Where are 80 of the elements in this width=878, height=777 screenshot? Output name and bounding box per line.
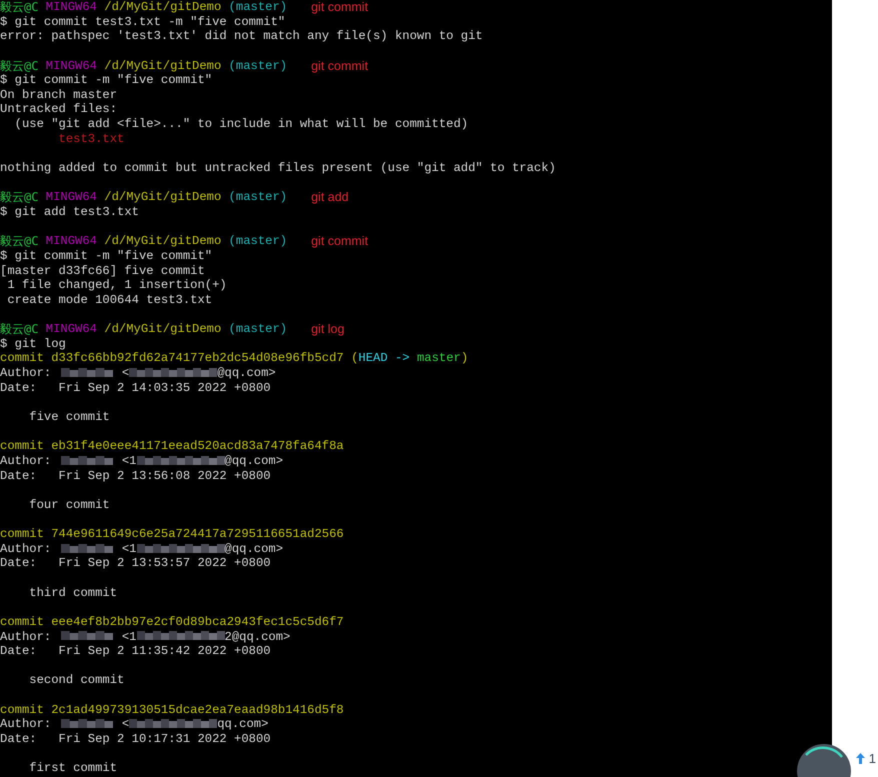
annotation: git commit <box>311 58 368 74</box>
prompt-path: /d/MyGit/gitDemo <box>104 234 222 249</box>
command-line: $ git commit -m "five commit" <box>0 248 212 264</box>
prompt-path: /d/MyGit/gitDemo <box>104 0 222 15</box>
output-line: (use "git add <file>..." to include in what will be committed) <box>14 117 468 132</box>
redacted-text-drawing <box>60 456 113 467</box>
output-line: error: pathspec 'test3.txt' did not match any file(s) known to git <box>0 29 483 44</box>
untracked-file: test3.txt <box>58 132 124 146</box>
output-line: first commit <box>28 761 118 776</box>
email-domain: @qq.com> <box>224 542 284 556</box>
redacted-text-drawing <box>60 544 113 555</box>
output-line: nothing added to commit but untracked files present (use "git add" to track) <box>0 161 556 176</box>
prompt-system: MINGW64 <box>46 234 97 249</box>
prompt-system: MINGW64 <box>46 0 97 15</box>
output-line: Date: Fri Sep 2 11:35:42 2022 +0800 <box>0 644 271 659</box>
author-label: Author: <box>0 630 52 644</box>
up-arrow-icon <box>856 752 865 764</box>
commit-hash: commit 2c1ad499739130515dcae2ea7eaad98b1416d5f8 <box>0 702 344 718</box>
prompt-system: MINGW64 <box>46 190 97 205</box>
email-start: <1 <box>120 630 136 644</box>
prompt-branch: (master) <box>228 234 288 249</box>
head-ref: HEAD -> <box>358 351 411 366</box>
output-line: Date: Fri Sep 2 13:53:57 2022 +0800 <box>0 556 271 571</box>
command-line: $ git add test3.txt <box>0 204 139 220</box>
count-text: 1 <box>868 750 876 766</box>
ref-paren: ( <box>350 351 358 366</box>
email-domain: 2@qq.com> <box>224 630 290 644</box>
prompt-branch: (master) <box>228 0 288 15</box>
commit-hash: commit 744e9611649c6e25a724417a7295116651ad2566 <box>0 527 344 542</box>
prompt-branch: (master) <box>228 190 288 205</box>
prompt-path: /d/MyGit/gitDemo <box>104 322 222 337</box>
commit-hash: commit eb31f4e0eee41171eead520acd83a7478fa64f8a <box>0 439 344 454</box>
author-label: Author: <box>0 717 52 732</box>
author-label: Author: <box>0 366 52 381</box>
output-line: create mode 100644 test3.txt <box>6 292 212 308</box>
prompt-system: MINGW64 <box>46 322 97 337</box>
email-start: <1 <box>120 542 136 556</box>
prompt-path: /d/MyGit/gitDemo <box>104 190 222 205</box>
prompt-path: /d/MyGit/gitDemo <box>104 58 222 74</box>
prompt-user: 毅云@C <box>0 190 38 205</box>
output-line: Untracked files: <box>0 102 118 118</box>
ref-paren: ) <box>460 351 468 366</box>
output-line: [master d33fc66] five commit <box>0 264 205 278</box>
command-line: $ git commit test3.txt -m "five commit" <box>0 14 286 30</box>
output-line: Date: Fri Sep 2 14:03:35 2022 +0800 <box>0 380 271 396</box>
command-line: $ git commit -m "five commit" <box>0 73 212 88</box>
annotation: git commit <box>311 0 368 15</box>
prompt-user: 毅云@C <box>0 234 38 249</box>
branch-ref: master <box>416 351 461 366</box>
prompt-user: 毅云@C <box>0 58 38 74</box>
annotation: git log <box>311 322 344 337</box>
annotation: git add <box>311 190 349 205</box>
output-line: third commit <box>28 586 118 600</box>
output-line: On branch master <box>0 88 118 102</box>
prompt-user: 毅云@C <box>0 0 38 15</box>
prompt-user: 毅云@C <box>0 322 38 337</box>
output-line: five commit <box>28 410 110 425</box>
redacted-text-drawing <box>60 631 113 642</box>
redacted-text-drawing <box>60 719 113 730</box>
email-start: < <box>120 717 130 732</box>
output-line: Date: Fri Sep 2 10:17:31 2022 +0800 <box>0 732 271 747</box>
output-line: Date: Fri Sep 2 13:56:08 2022 +0800 <box>0 468 271 484</box>
prompt-branch: (master) <box>228 58 288 74</box>
output-line: 1 file changed, 1 insertion(+) <box>6 278 227 293</box>
commit-hash: commit d33fc66bb92fd62a74177eb2dc54d08e96fb5cd7 <box>0 351 344 366</box>
email-domain: @qq.com> <box>224 454 284 469</box>
annotation: git commit <box>311 234 368 249</box>
redacted-text-drawing <box>60 368 113 379</box>
commit-hash: commit eee4ef8b2bb97e2cf0d89bca2943fec1c5c5d6f7 <box>0 614 344 630</box>
email-domain: qq.com> <box>217 717 268 732</box>
prompt-branch: (master) <box>228 322 288 337</box>
prompt-system: MINGW64 <box>46 58 97 74</box>
email-domain: @qq.com> <box>217 366 276 381</box>
email-start: < <box>120 366 130 381</box>
output-line: second commit <box>28 673 124 688</box>
output-line: four commit <box>28 498 110 512</box>
author-label: Author: <box>0 454 52 469</box>
email-start: <1 <box>120 454 136 469</box>
author-label: Author: <box>0 542 52 556</box>
command-line: $ git log <box>0 336 66 352</box>
